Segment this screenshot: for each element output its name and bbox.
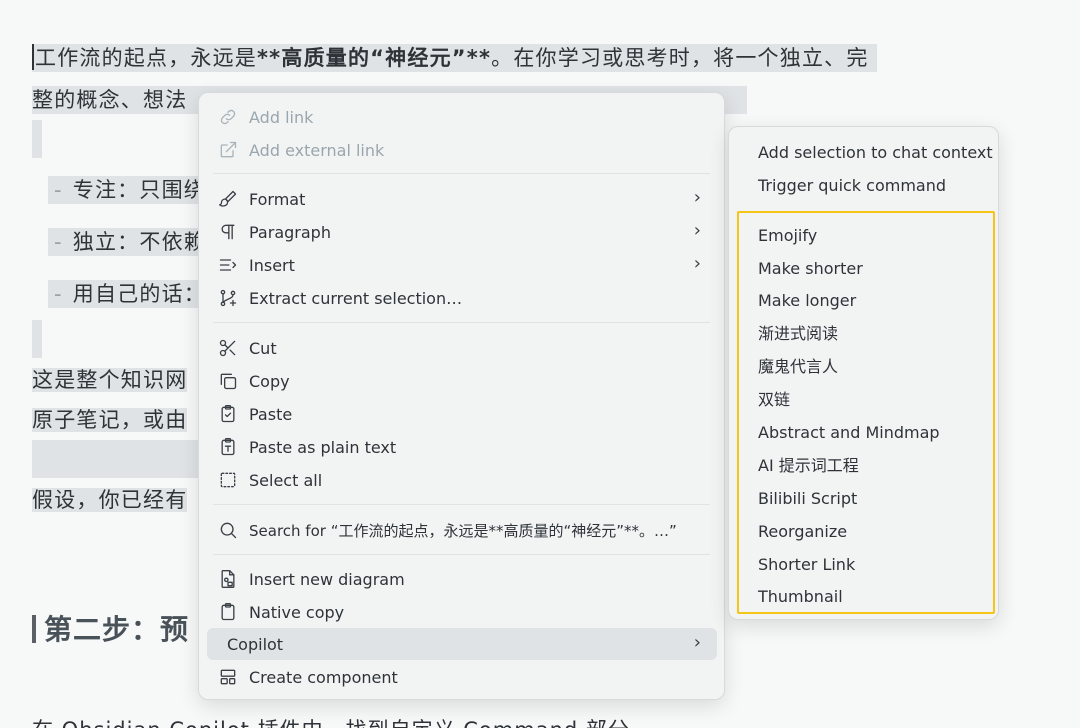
clipboard-type-icon bbox=[217, 436, 239, 458]
submenu-command-item[interactable]: Emojify bbox=[758, 226, 817, 246]
paintbrush-icon bbox=[217, 188, 239, 210]
scissors-icon bbox=[217, 337, 239, 359]
external-link-icon bbox=[217, 139, 239, 161]
submenu-command-item[interactable]: 渐进式阅读 bbox=[758, 324, 838, 344]
section-heading: 第二步：预 bbox=[32, 608, 189, 648]
submenu-command-item[interactable]: Shorter Link bbox=[758, 555, 855, 575]
selection-block-bar bbox=[32, 120, 42, 158]
menu-item-extract-selection[interactable]: Extract current selection… bbox=[207, 282, 717, 314]
menu-item-format[interactable]: Format › bbox=[207, 183, 717, 215]
line2-text: 整的概念、想法 bbox=[32, 88, 188, 112]
menu-item-add-external-link[interactable]: Add external link bbox=[207, 134, 717, 166]
menu-item-search[interactable]: Search for “工作流的起点，永远是**高质量的“神经元”**。…” bbox=[207, 514, 717, 546]
paragraph-line: 在 Obsidian Copilot 插件中，找到自定义 Command 部分 bbox=[32, 712, 630, 728]
menu-item-add-link[interactable]: Add link bbox=[207, 101, 717, 133]
list-item: - 专注：只围绕 bbox=[48, 172, 212, 208]
menu-item-native-copy[interactable]: Native copy bbox=[207, 596, 717, 628]
submenu-command-item[interactable]: Thumbnail bbox=[758, 587, 843, 607]
menu-item-insert[interactable]: Insert › bbox=[207, 249, 717, 281]
menu-item-copy[interactable]: Copy bbox=[207, 365, 717, 397]
git-branch-plus-icon bbox=[217, 287, 239, 309]
submenu-command-item[interactable]: Reorganize bbox=[758, 522, 847, 542]
editor-line-1: 工作流的起点，永远是**高质量的“神经元”**。在你学习或思考时，将一个独立、完 bbox=[32, 40, 877, 76]
menu-item-paste-plain-text[interactable]: Paste as plain text bbox=[207, 431, 717, 463]
chevron-right-icon: › bbox=[693, 187, 701, 208]
line1-text-a: 工作流的起点，永远是 bbox=[35, 46, 257, 70]
submenu-command-item[interactable]: Make shorter bbox=[758, 259, 863, 279]
chevron-right-icon: › bbox=[693, 632, 701, 653]
chevron-right-icon: › bbox=[693, 253, 701, 274]
list-item: - 独立：不依赖 bbox=[48, 224, 212, 260]
submenu-command-item[interactable]: 魔鬼代言人 bbox=[758, 357, 838, 377]
context-menu: Add link Add external link Format › Para… bbox=[198, 92, 725, 700]
submenu-command-item[interactable]: Abstract and Mindmap bbox=[758, 423, 940, 443]
menu-item-create-component[interactable]: Create component bbox=[207, 661, 717, 693]
menu-item-cut[interactable]: Cut bbox=[207, 332, 717, 364]
search-icon bbox=[217, 519, 239, 541]
clipboard-icon bbox=[217, 601, 239, 623]
submenu-item-quick-command[interactable]: Trigger quick command bbox=[758, 176, 946, 196]
submenu-item-add-to-chat[interactable]: Add selection to chat context bbox=[758, 143, 993, 163]
menu-item-paste[interactable]: Paste bbox=[207, 398, 717, 430]
submenu-command-item[interactable]: Make longer bbox=[758, 291, 856, 311]
list-plus-icon bbox=[217, 254, 239, 276]
component-icon bbox=[217, 666, 239, 688]
paragraph-line: 这是整个知识网 bbox=[32, 368, 188, 392]
submenu-command-item[interactable]: 双链 bbox=[758, 390, 790, 410]
menu-item-copilot[interactable]: Copilot › bbox=[207, 628, 717, 660]
menu-item-paragraph[interactable]: Paragraph › bbox=[207, 216, 717, 248]
pilcrow-icon bbox=[217, 221, 239, 243]
clipboard-check-icon bbox=[217, 403, 239, 425]
copy-icon bbox=[217, 370, 239, 392]
selection-block-bar bbox=[32, 440, 212, 478]
line1-text-bold: **高质量的“神经元”** bbox=[257, 46, 492, 70]
paragraph-line: 原子笔记，或由 bbox=[32, 408, 188, 432]
menu-item-insert-diagram[interactable]: Insert new diagram bbox=[207, 563, 717, 595]
selection-block-bar bbox=[32, 320, 42, 358]
submenu-command-item[interactable]: AI 提示词工程 bbox=[758, 456, 859, 476]
link-icon bbox=[217, 106, 239, 128]
select-all-icon bbox=[217, 469, 239, 491]
line1-text-c: 。在你学习或思考时，将一个独立、完 bbox=[491, 46, 869, 70]
menu-item-select-all[interactable]: Select all bbox=[207, 464, 717, 496]
paragraph-line: 假设，你已经有 bbox=[32, 488, 188, 512]
copilot-submenu: Add selection to chat context Trigger qu… bbox=[728, 126, 999, 620]
diagram-file-icon bbox=[217, 568, 239, 590]
list-item: - 用自己的话： bbox=[48, 276, 212, 312]
submenu-command-item[interactable]: Bilibili Script bbox=[758, 489, 857, 509]
chevron-right-icon: › bbox=[693, 220, 701, 241]
text-cursor bbox=[32, 44, 34, 70]
